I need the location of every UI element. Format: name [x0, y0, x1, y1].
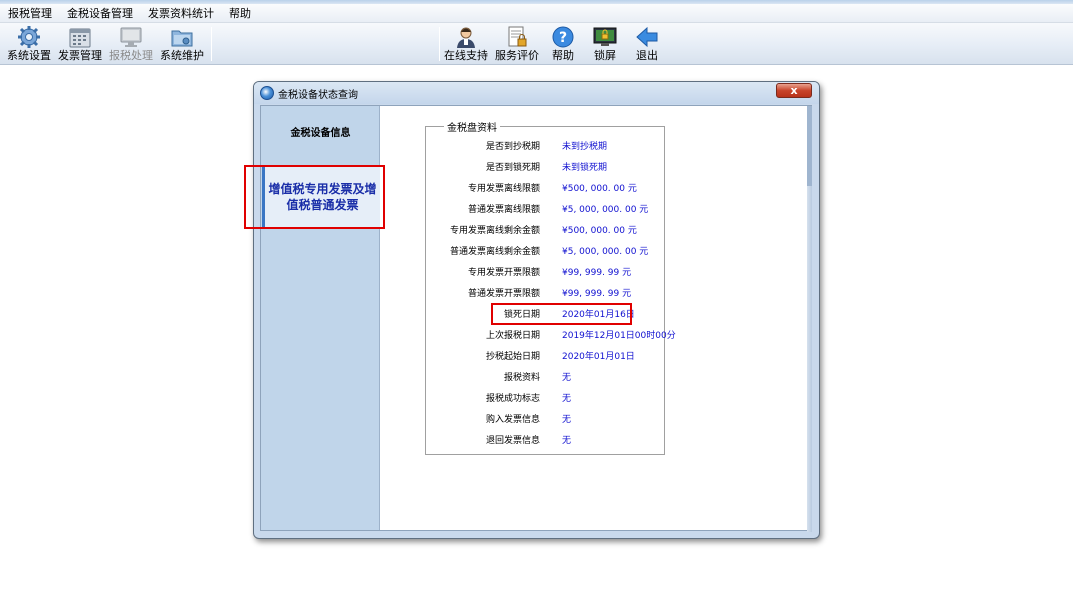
lock-screen-icon: [593, 27, 617, 46]
toolbar-label: 系统维护: [160, 49, 204, 62]
info-key: 报税资料: [503, 373, 540, 383]
info-key: 购入发票信息: [485, 415, 540, 425]
info-row: 退回发票信息 无: [426, 434, 666, 448]
info-row: 普通发票离线剩余金额 ¥5, 000, 000. 00 元: [426, 245, 666, 259]
lock-screen-button[interactable]: 锁屏: [587, 24, 623, 64]
help-button[interactable]: ? 帮助: [545, 24, 581, 64]
group-legend: 金税盘资料: [444, 119, 500, 134]
toolbar-label: 发票管理: [58, 49, 102, 62]
app-logo-icon: [260, 86, 274, 100]
info-key: 普通发票离线限额: [467, 205, 540, 215]
support-person-icon: [457, 27, 475, 48]
info-value: 无: [562, 415, 572, 425]
info-value: 未到抄税期: [562, 142, 608, 152]
toolbar-label: 报税处理: [109, 49, 153, 62]
toolbar: 系统设置 发票管理 报税处理 系统维护 在线支持 服务评价 ? 帮助 锁屏 退出: [0, 23, 1073, 65]
info-value: 未到锁死期: [562, 163, 608, 173]
close-icon: x: [790, 84, 798, 97]
info-value: ¥99, 999. 99 元: [562, 268, 632, 278]
info-value: 无: [562, 436, 572, 446]
info-key: 是否到抄税期: [485, 142, 540, 152]
dialog-titlebar: 金税设备状态查询 x: [254, 82, 819, 104]
calendar-icon: [69, 28, 91, 48]
document-lock-icon: [508, 26, 527, 47]
toolbar-label: 帮助: [552, 49, 574, 62]
info-value: ¥500, 000. 00 元: [562, 184, 637, 194]
toolbar-separator: [439, 27, 440, 61]
info-row: 专用发票离线剩余金额 ¥500, 000. 00 元: [426, 224, 666, 238]
folder-icon: [171, 30, 193, 47]
system-settings-button[interactable]: 系统设置: [6, 24, 52, 64]
info-key: 退回发票信息: [485, 436, 540, 446]
menu-bar: 报税管理 金税设备管理 发票资料统计 帮助: [0, 4, 1073, 23]
info-key: 报税成功标志: [485, 394, 540, 404]
info-row: 是否到锁死期 未到锁死期: [426, 161, 666, 175]
toolbar-separator: [211, 27, 212, 61]
info-value: 无: [562, 373, 572, 383]
info-key: 抄税起始日期: [485, 352, 540, 362]
exit-button[interactable]: 退出: [629, 24, 665, 64]
exit-arrow-icon: [636, 26, 658, 48]
info-row: 购入发票信息 无: [426, 413, 666, 427]
info-row: 报税成功标志 无: [426, 392, 666, 406]
info-row: 报税资料 无: [426, 371, 666, 385]
tax-disk-info-group: 金税盘资料 是否到抄税期 未到抄税期 是否到锁死期 未到锁死期 专用发票离线限额 ¥5…: [425, 119, 676, 455]
invoice-management-button[interactable]: 发票管理: [57, 24, 103, 64]
gear-icon: [18, 26, 40, 48]
info-value: ¥5, 000, 000. 00 元: [562, 247, 649, 257]
info-key: 是否到锁死期: [485, 163, 540, 173]
menu-item-invoice-statistics[interactable]: 发票资料统计: [140, 4, 221, 23]
info-row: 抄税起始日期 2020年01月01日: [426, 350, 666, 364]
sidebar-item-device-info[interactable]: 金税设备信息: [261, 124, 380, 139]
tax-processing-button[interactable]: 报税处理: [108, 24, 154, 64]
monitor-icon: [120, 27, 142, 47]
info-value: ¥99, 999. 99 元: [562, 289, 632, 299]
info-value: 无: [562, 394, 572, 404]
highlight-box-lock-date: [491, 303, 632, 325]
svg-text:?: ?: [559, 30, 567, 46]
toolbar-label: 服务评价: [495, 49, 539, 62]
toolbar-label: 锁屏: [594, 49, 616, 62]
menu-item-device-management[interactable]: 金税设备管理: [59, 4, 140, 23]
menu-item-tax-report[interactable]: 报税管理: [0, 4, 59, 23]
info-row: 是否到抄税期 未到抄税期: [426, 140, 666, 154]
info-key: 上次报税日期: [485, 331, 540, 341]
info-row: 专用发票离线限额 ¥500, 000. 00 元: [426, 182, 666, 196]
system-maintenance-button[interactable]: 系统维护: [159, 24, 205, 64]
info-value: 2019年12月01日00时00分: [562, 331, 676, 341]
info-key: 专用发票离线剩余金额: [449, 226, 540, 236]
info-key: 专用发票离线限额: [467, 184, 540, 194]
toolbar-label: 退出: [636, 49, 658, 62]
info-row: 专用发票开票限额 ¥99, 999. 99 元: [426, 266, 666, 280]
info-key: 专用发票开票限额: [467, 268, 540, 278]
info-key: 普通发票离线剩余金额: [449, 247, 540, 257]
info-row: 普通发票离线限额 ¥5, 000, 000. 00 元: [426, 203, 666, 217]
info-value: ¥500, 000. 00 元: [562, 226, 637, 236]
info-value: 2020年01月01日: [562, 352, 635, 362]
close-button[interactable]: x: [776, 83, 812, 98]
toolbar-label: 在线支持: [444, 49, 488, 62]
highlight-box-vat-invoices: [244, 165, 385, 229]
scrollbar[interactable]: [807, 106, 812, 532]
info-row: 上次报税日期 2019年12月01日00时00分: [426, 329, 676, 343]
dialog-title: 金税设备状态查询: [278, 89, 358, 101]
info-row: 普通发票开票限额 ¥99, 999. 99 元: [426, 287, 666, 301]
info-key: 普通发票开票限额: [467, 289, 540, 299]
online-support-button[interactable]: 在线支持: [443, 24, 489, 64]
scrollbar-thumb[interactable]: [807, 106, 812, 186]
menu-item-help[interactable]: 帮助: [221, 4, 258, 23]
service-evaluation-button[interactable]: 服务评价: [494, 24, 540, 64]
help-icon: ?: [552, 26, 574, 48]
toolbar-label: 系统设置: [7, 49, 51, 62]
info-value: ¥5, 000, 000. 00 元: [562, 205, 649, 215]
